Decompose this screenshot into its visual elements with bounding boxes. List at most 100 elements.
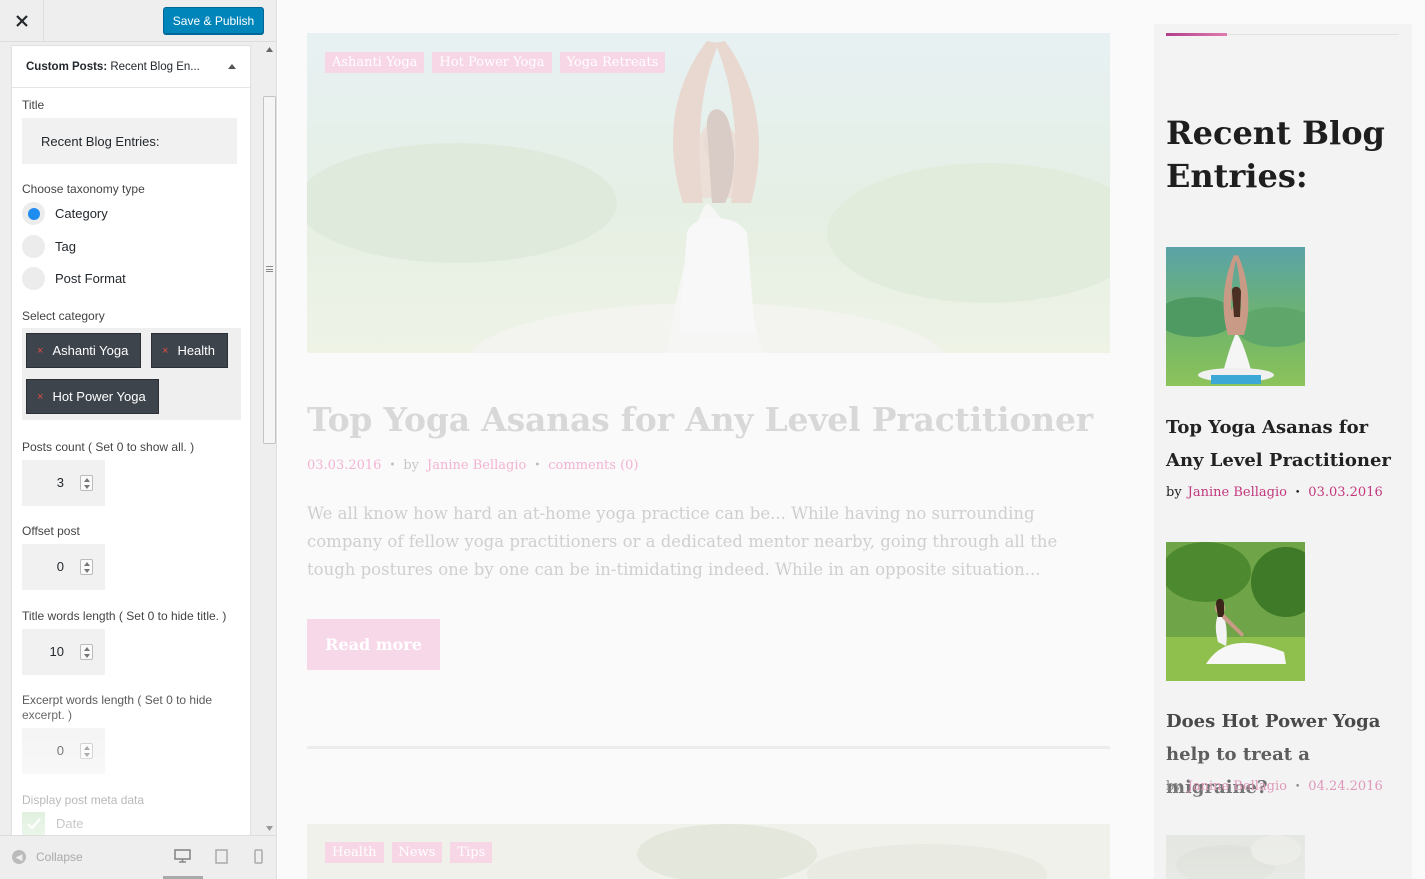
meta-date-checkbox[interactable]: Date [22,812,83,835]
taxonomy-option-post-format[interactable]: Post Format [22,267,126,290]
mobile-preview-icon[interactable] [254,849,263,864]
collapse-widget-icon[interactable] [228,64,236,69]
title-words-label: Title words length ( Set 0 to hide title… [22,609,227,623]
post-title[interactable]: Top Yoga Asanas for Any Level Practition… [307,400,1093,439]
taxonomy-option-label: Tag [55,239,76,254]
category-chip-label: Hot Power Yoga [52,389,146,404]
recent-post-author[interactable]: Janine Bellagio [1188,485,1287,500]
widget-heading: Recent Blog Entries: [1166,114,1385,195]
recent-post-meta: by Janine Bellagio • 03.03.2016 [1166,485,1383,500]
remove-icon[interactable]: × [37,391,43,403]
post-tags: Ashanti Yoga Hot Power Yoga Yoga Retreat… [325,52,666,73]
taxonomy-option-label: Category [55,206,108,221]
read-more-button[interactable]: Read more [307,619,440,670]
save-publish-button[interactable]: Save & Publish [163,7,264,34]
excerpt-words-value: 0 [56,743,64,758]
spinner-icon[interactable] [80,559,93,575]
radio-icon[interactable] [22,235,45,258]
post-tag[interactable]: Ashanti Yoga [325,52,425,73]
title-input[interactable] [22,118,237,164]
title-label: Title [22,98,45,112]
post-tag[interactable]: News [391,842,443,863]
yoga-stretch-thumbnail-image [1166,542,1305,681]
offset-value: 0 [56,559,64,574]
post-divider [307,746,1110,749]
offset-label: Offset post [22,524,80,538]
meta-separator: • [1294,487,1301,498]
category-select[interactable]: × Ashanti Yoga × Health × Hot Power Yoga [22,328,241,420]
widget-header[interactable]: Custom Posts: Recent Blog En... [12,46,250,88]
close-icon [15,15,28,27]
tablet-preview-icon[interactable] [215,849,228,864]
post-meta: 03.03.2016 • by Janine Bellagio • commen… [307,458,639,473]
customizer-footer: ◀ Collapse [0,835,276,879]
title-words-stepper[interactable]: 10 [22,629,105,675]
recent-post-date[interactable]: 03.03.2016 [1308,485,1382,500]
recent-post-thumbnail[interactable] [1166,835,1305,879]
customizer-header: Save & Publish [0,0,276,42]
recent-post-author[interactable]: Janine Bellagio [1188,779,1287,794]
recent-posts-widget: Recent Blog Entries: Top Yoga Asanas for… [1154,24,1412,879]
posts-count-value: 3 [56,475,64,490]
recent-post-thumbnail[interactable] [1166,542,1305,681]
checkmark-icon[interactable] [22,812,45,835]
post-tag[interactable]: Tips [450,842,493,863]
post-date[interactable]: 03.03.2016 [307,458,381,473]
category-chip-label: Ashanti Yoga [52,343,129,358]
select-category-label: Select category [22,309,105,323]
post-tag[interactable]: Yoga Retreats [559,52,666,73]
recent-post-title[interactable]: Top Yoga Asanas for Any Level Practition… [1166,411,1406,477]
excerpt-words-stepper[interactable]: 0 [22,728,105,774]
widget-title: Custom Posts: Recent Blog En... [26,61,200,73]
recent-post-by: by [1166,485,1182,500]
scroll-down-icon[interactable] [266,826,273,831]
radio-selected-icon[interactable] [22,202,45,225]
category-chip[interactable]: × Health [151,333,229,368]
radio-icon[interactable] [22,267,45,290]
collapse-button[interactable]: ◀ Collapse [12,850,83,864]
category-chip[interactable]: × Ashanti Yoga [26,333,142,368]
post-tag[interactable]: Hot Power Yoga [432,52,552,73]
posts-count-stepper[interactable]: 3 [22,460,105,506]
recent-post-thumbnail[interactable] [1166,247,1305,386]
scrollbar-grip-icon [266,266,273,272]
meta-date-label: Date [56,816,84,831]
taxonomy-option-tag[interactable]: Tag [22,235,76,258]
offset-stepper[interactable]: 0 [22,544,105,590]
posts-count-label: Posts count ( Set 0 to show all. ) [22,440,195,454]
yoga-woman-image [307,33,1110,353]
collapse-arrow-icon: ◀ [12,850,26,864]
spinner-icon[interactable] [80,475,93,491]
spinner-icon[interactable] [80,644,93,660]
meta-data-label: Display post meta data [22,793,145,807]
excerpt-words-label: Excerpt words length ( Set 0 to hide exc… [22,693,213,722]
post-featured-image[interactable]: Ashanti Yoga Hot Power Yoga Yoga Retreat… [307,33,1110,353]
post-comments[interactable]: comments (0) [548,458,638,473]
spinner-icon[interactable] [80,743,93,759]
recent-post-date[interactable]: 04.24.2016 [1308,779,1382,794]
post-tag[interactable]: Health [325,842,384,863]
widget-accent-line [1166,33,1227,36]
scroll-up-icon[interactable] [266,47,273,52]
post-thumbnail-image [1166,835,1305,879]
post-author[interactable]: Janine Bellagio [427,458,526,473]
meta-separator: • [1294,781,1301,792]
close-customizer-button[interactable] [0,0,44,42]
widget-form: Custom Posts: Recent Blog En... Title Ch… [11,45,251,840]
post-featured-image[interactable]: Health News Tips [307,824,1110,879]
category-chip[interactable]: × Hot Power Yoga [26,379,159,414]
desktop-preview-icon[interactable] [174,849,191,863]
post-tags: Health News Tips [325,842,493,863]
taxonomy-label: Choose taxonomy type [22,182,145,196]
customizer-panel: Save & Publish Custom Posts: Recent Blog… [0,0,277,879]
title-words-value: 10 [49,644,64,659]
remove-icon[interactable]: × [37,345,43,357]
yoga-thumbnail-image [1166,247,1305,386]
taxonomy-option-category[interactable]: Category [22,202,108,225]
recent-post-meta: by Janine Bellagio • 04.24.2016 [1166,779,1383,794]
post-by: by [403,458,420,473]
taxonomy-option-label: Post Format [55,271,126,286]
widget-title-name: Recent Blog En... [107,60,200,73]
category-chip-label: Health [177,343,216,358]
remove-icon[interactable]: × [162,345,168,357]
